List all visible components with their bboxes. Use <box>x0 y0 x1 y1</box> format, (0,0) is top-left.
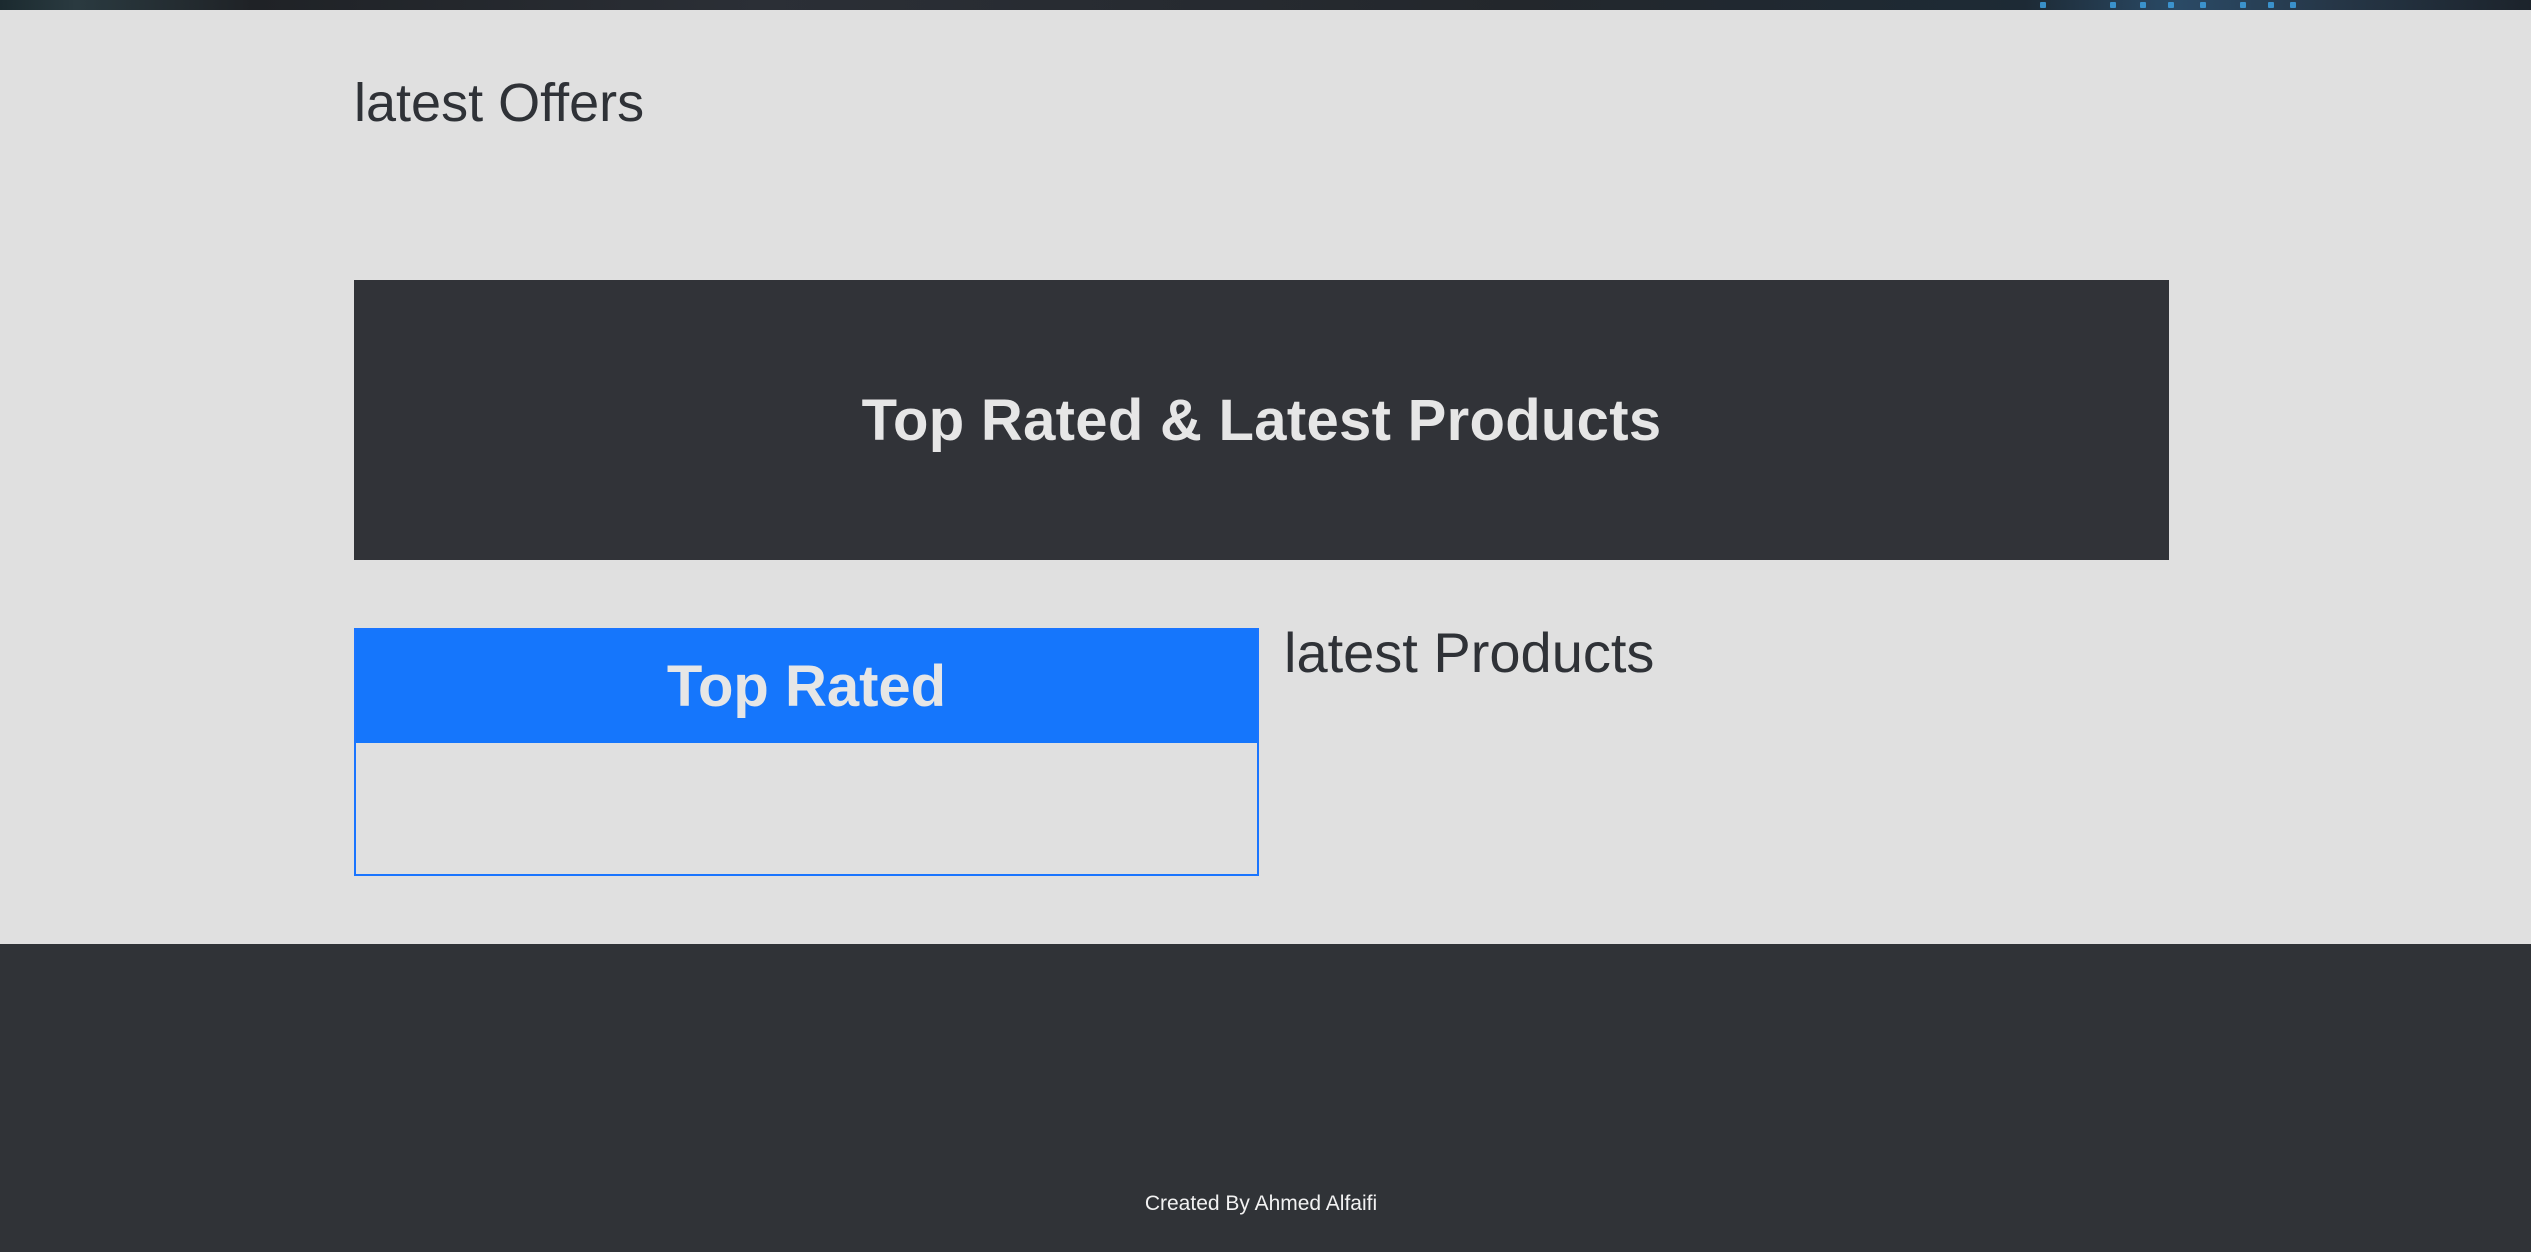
header-background-image <box>0 0 2531 10</box>
top-rated-list <box>356 743 1257 874</box>
decor-glint <box>2040 2 2046 8</box>
banner-title: Top Rated & Latest Products <box>861 387 1662 453</box>
top-rated-card: Top Rated <box>354 628 1259 876</box>
decor-glint <box>2268 2 2274 8</box>
top-rated-header: Top Rated <box>356 630 1257 743</box>
latest-offers-heading: latest Offers <box>354 73 645 133</box>
footer-credit: Created By Ahmed Alfaifi <box>1144 1192 1378 1215</box>
latest-products-heading: latest Products <box>1284 621 1655 684</box>
decor-glint <box>2240 2 2246 8</box>
decor-glint <box>2200 2 2206 8</box>
top-rated-latest-banner: Top Rated & Latest Products <box>354 280 2169 560</box>
decor-glint <box>2140 2 2146 8</box>
decor-glint <box>2290 2 2296 8</box>
decor-glint <box>2110 2 2116 8</box>
decor-glint <box>2168 2 2174 8</box>
top-rated-heading: Top Rated <box>666 654 947 719</box>
